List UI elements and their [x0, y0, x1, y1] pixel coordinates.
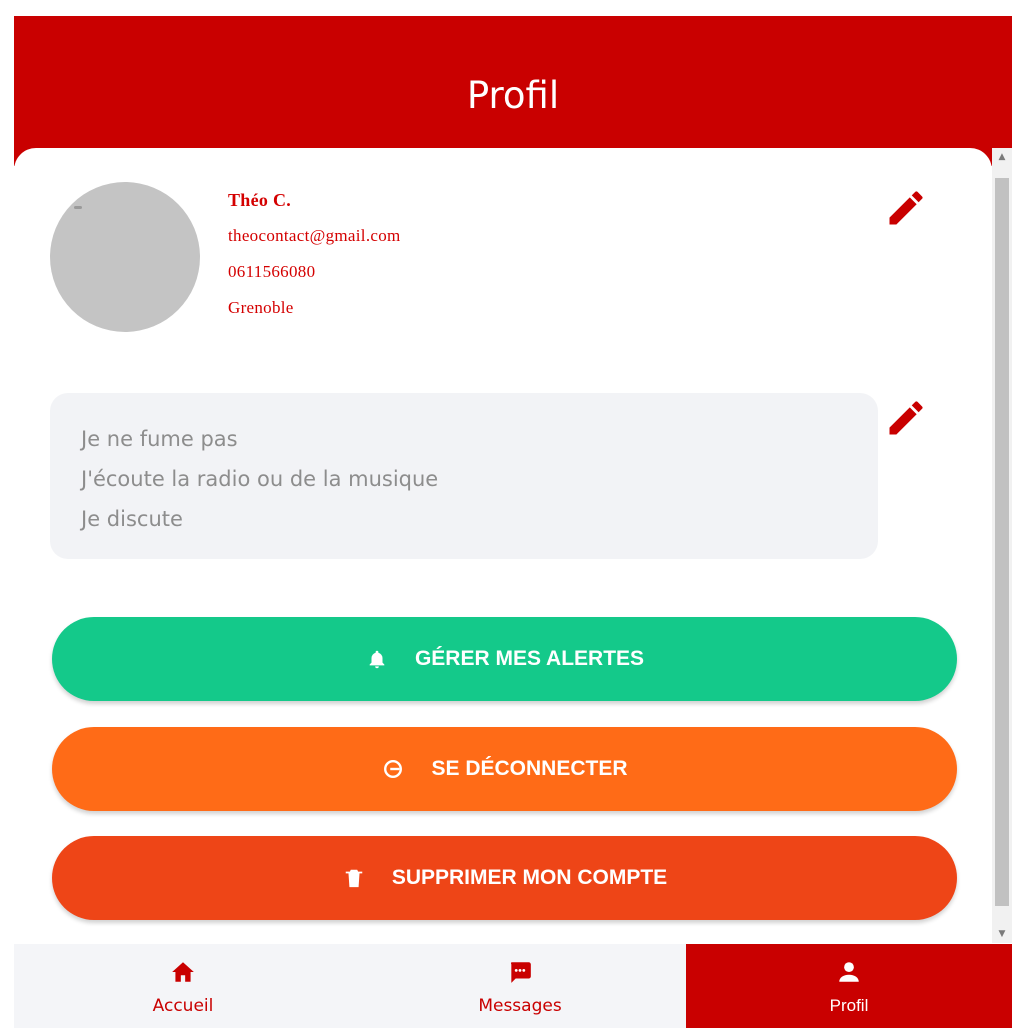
user-email: theocontact@gmail.com — [228, 226, 401, 245]
delete-account-button[interactable]: SUPPRIMER MON COMPTE — [52, 836, 957, 920]
logout-label: SE DÉCONNECTER — [431, 757, 628, 780]
avatar[interactable] — [50, 182, 200, 332]
bio-line: Je discute — [81, 507, 183, 531]
bio-box: Je ne fume pas J'écoute la radio ou de l… — [50, 393, 878, 559]
trash-icon — [342, 866, 366, 890]
nav-label: Accueil — [152, 996, 214, 1016]
user-city: Grenoble — [228, 298, 294, 317]
bio-line: J'écoute la radio ou de la musique — [81, 467, 439, 491]
delete-account-label: SUPPRIMER MON COMPTE — [391, 866, 668, 889]
bell-icon — [365, 647, 389, 671]
edit-bio-pencil-icon[interactable] — [884, 396, 928, 440]
logout-button[interactable]: SE DÉCONNECTER — [52, 727, 957, 811]
nav-item-accueil[interactable]: Accueil — [14, 944, 352, 1028]
chat-icon — [507, 960, 533, 984]
scroll-up-arrow-icon[interactable]: ▲ — [992, 150, 1012, 164]
user-name: Théo C. — [228, 190, 292, 210]
logout-icon — [381, 757, 405, 781]
nav-item-messages[interactable]: Messages — [352, 944, 688, 1028]
bio-line: Je ne fume pas — [81, 427, 238, 451]
manage-alerts-button[interactable]: GÉRER MES ALERTES — [52, 617, 957, 701]
bottom-nav: Accueil Messages Profil — [14, 944, 1012, 1028]
scroll-thumb[interactable] — [995, 178, 1009, 906]
edit-profile-pencil-icon[interactable] — [884, 186, 928, 230]
avatar-placeholder-mark — [74, 206, 82, 209]
scrollbar[interactable]: ▲ ▼ — [992, 148, 1012, 943]
manage-alerts-label: GÉRER MES ALERTES — [414, 647, 645, 670]
nav-label: Messages — [478, 996, 562, 1016]
page-title: Profil — [466, 74, 560, 117]
nav-item-profil[interactable]: Profil — [686, 944, 1012, 1028]
home-icon — [170, 960, 196, 984]
user-icon — [836, 960, 862, 984]
user-info: Théo C. theocontact@gmail.com 0611566080… — [228, 186, 401, 330]
scroll-down-arrow-icon[interactable]: ▼ — [992, 927, 1012, 941]
app-header: Profil — [14, 16, 1012, 166]
nav-label: Profil — [829, 996, 869, 1015]
user-phone: 0611566080 — [228, 262, 316, 281]
